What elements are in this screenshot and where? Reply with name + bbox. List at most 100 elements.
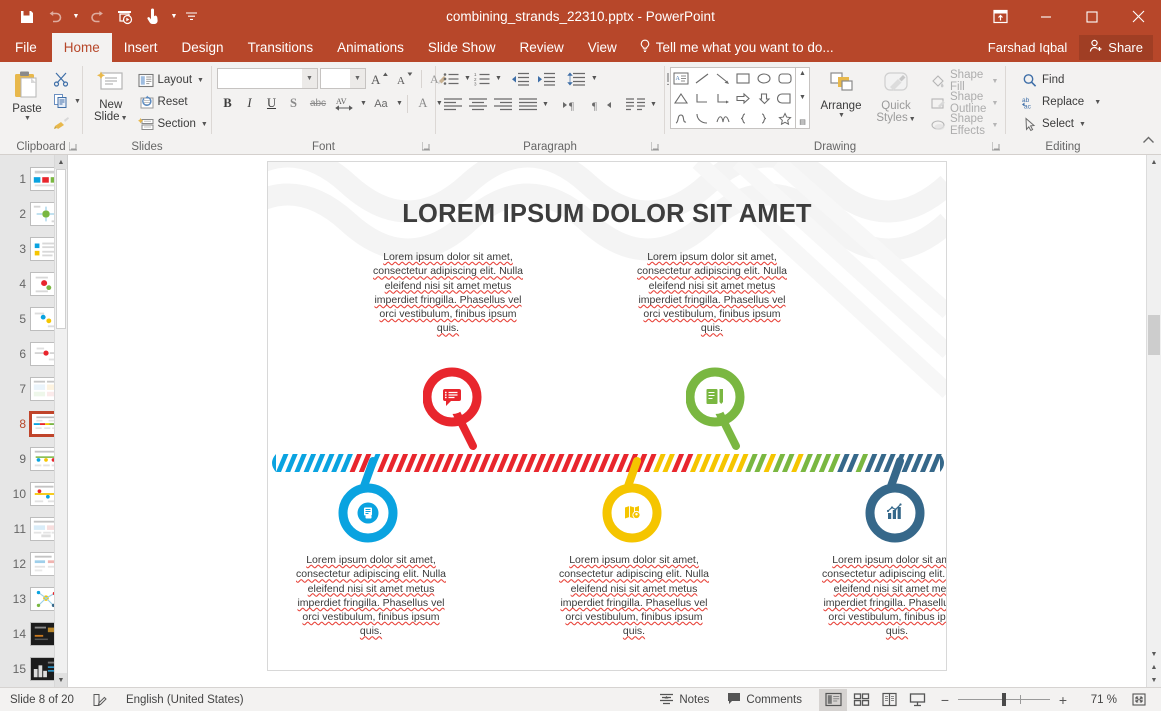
reset-button[interactable]: Reset [134,91,212,113]
reading-view-button[interactable] [875,689,903,711]
redo-icon[interactable] [84,5,110,29]
tab-animations[interactable]: Animations [325,33,416,62]
minimize-button[interactable] [1023,0,1069,33]
notes-button[interactable]: Notes [650,688,718,711]
increase-indent-button[interactable] [534,68,559,89]
shapes-gallery[interactable]: A ▲ ▼ ▤ [670,67,810,129]
user-name[interactable]: Farshad Iqbal [982,40,1074,55]
paste-button[interactable]: Paste ▼ [5,66,49,122]
section-button[interactable]: Section ▼ [134,113,212,135]
callout-bottom-1[interactable] [335,455,405,543]
canvas-scroll-up-icon[interactable]: ▲ [1147,155,1161,170]
bullets-button[interactable] [441,68,462,89]
thumbnail-scroll-up-icon[interactable]: ▲ [55,155,67,169]
text-block-top-2[interactable]: Lorem ipsum dolor sit amet, consectetur … [632,250,792,336]
collapse-ribbon-button[interactable] [1142,133,1155,151]
replace-button[interactable]: ab ac Replace ▼ [1018,91,1105,113]
comments-button[interactable]: Comments [718,688,811,711]
tab-review[interactable]: Review [507,33,575,62]
shapes-grid[interactable]: A [670,67,796,129]
cut-button[interactable] [49,68,85,90]
right-to-left-button[interactable]: ¶ [588,94,614,115]
shapes-scrollbar[interactable]: ▲ ▼ ▤ [796,67,810,129]
decrease-indent-button[interactable] [508,68,533,89]
tab-design[interactable]: Design [170,33,236,62]
character-spacing-dropdown-icon[interactable]: ▼ [360,100,367,107]
text-block-bottom-1[interactable]: Lorem ipsum dolor sit amet, consectetur … [290,553,452,639]
language-indicator[interactable]: English (United States) [117,688,253,711]
zoom-in-button[interactable]: + [1057,692,1069,708]
drawing-dialog-launcher[interactable] [991,142,1001,153]
tab-view[interactable]: View [576,33,629,62]
text-block-bottom-2[interactable]: Lorem ipsum dolor sit amet, consectetur … [553,553,715,639]
callout-bottom-2[interactable] [599,455,669,543]
zoom-track[interactable] [958,693,1050,706]
align-left-button[interactable] [441,94,465,115]
text-block-bottom-3[interactable]: Lorem ipsum dolor sit amet, consectetur … [816,553,946,639]
quick-styles-dropdown-icon[interactable]: ▼ [909,116,916,123]
shape-fill-button[interactable]: Shape Fill ▼ [926,69,1002,93]
center-button[interactable] [466,94,490,115]
zoom-out-button[interactable]: − [939,692,951,708]
slide-title[interactable]: LOREM IPSUM DOLOR SIT AMET [268,200,946,229]
arrange-dropdown-icon[interactable]: ▼ [838,112,845,119]
left-to-right-button[interactable]: ¶ [561,94,587,115]
change-case-dropdown-icon[interactable]: ▼ [396,100,403,107]
save-icon[interactable] [14,5,40,29]
slide-canvas-area[interactable]: LOREM IPSUM DOLOR SIT AMET Lorem ipsum d… [68,155,1146,687]
bullets-dropdown-icon[interactable]: ▼ [464,75,471,82]
align-right-button[interactable] [491,94,515,115]
previous-slide-button[interactable]: ▲ [1147,661,1161,674]
font-name-input[interactable]: ▼ [217,68,318,89]
slide-counter[interactable]: Slide 8 of 20 [10,688,83,711]
strikethrough-button[interactable]: abc [305,93,331,114]
restore-button[interactable] [1069,0,1115,33]
character-spacing-button[interactable]: AV [332,93,358,114]
callout-top-2[interactable] [686,366,752,456]
touch-mode-icon[interactable] [140,5,166,29]
slide-canvas[interactable]: LOREM IPSUM DOLOR SIT AMET Lorem ipsum d… [267,161,947,671]
spell-check-icon[interactable] [83,688,117,711]
columns-button[interactable] [624,94,648,115]
tab-slide-show[interactable]: Slide Show [416,33,508,62]
start-presentation-icon[interactable] [112,5,138,29]
slide-thumbnail-pane[interactable]: 1 2 3 4 5 6 7 8 9 10 11 12 13 14 15 ▲ ▼ [0,155,68,687]
replace-dropdown-icon[interactable]: ▼ [1094,99,1101,106]
touch-mode-dropdown-icon[interactable]: ▼ [168,5,180,29]
thumbnail-scrollbar[interactable]: ▲ ▼ [54,155,67,687]
undo-icon[interactable] [42,5,68,29]
zoom-slider[interactable]: − + [931,692,1077,708]
shape-effects-button[interactable]: Shape Effects ▼ [926,113,1002,137]
format-painter-button[interactable] [49,112,85,134]
font-color-button[interactable]: A [412,93,434,114]
next-slide-button[interactable]: ▼ [1147,674,1161,687]
justify-dropdown-icon[interactable]: ▼ [542,101,549,108]
select-dropdown-icon[interactable]: ▼ [1079,121,1086,128]
clipboard-dialog-launcher[interactable] [68,142,78,153]
italic-button[interactable]: I [239,93,260,114]
change-case-button[interactable]: Aa [368,93,394,114]
tell-me-search[interactable]: Tell me what you want to do... [639,33,834,62]
numbering-button[interactable]: 123 [472,68,493,89]
select-button[interactable]: Select ▼ [1018,113,1090,135]
paste-dropdown-icon[interactable]: ▼ [24,115,31,122]
new-slide-button[interactable]: New Slide▼ [88,66,134,125]
arrange-button[interactable]: Arrange ▼ [816,67,866,119]
shape-outline-button[interactable]: Shape Outline ▼ [926,91,1002,115]
find-button[interactable]: Find [1018,69,1068,91]
numbering-dropdown-icon[interactable]: ▼ [495,75,502,82]
shape-effects-dropdown-icon[interactable]: ▼ [991,122,998,129]
slide-show-button[interactable] [903,689,931,711]
line-spacing-dropdown-icon[interactable]: ▼ [591,75,598,82]
shapes-more-icon[interactable]: ▤ [799,118,806,126]
columns-dropdown-icon[interactable]: ▼ [650,101,657,108]
shape-fill-dropdown-icon[interactable]: ▼ [991,78,998,85]
share-button[interactable]: Share [1079,35,1153,60]
zoom-handle[interactable] [1002,693,1006,706]
close-button[interactable] [1115,0,1161,33]
normal-view-button[interactable] [819,688,847,711]
customize-qat-icon[interactable] [182,5,200,29]
callout-top-1[interactable] [423,366,489,456]
font-size-dropdown-icon[interactable]: ▼ [350,69,365,88]
text-shadow-button[interactable]: S [283,93,304,114]
